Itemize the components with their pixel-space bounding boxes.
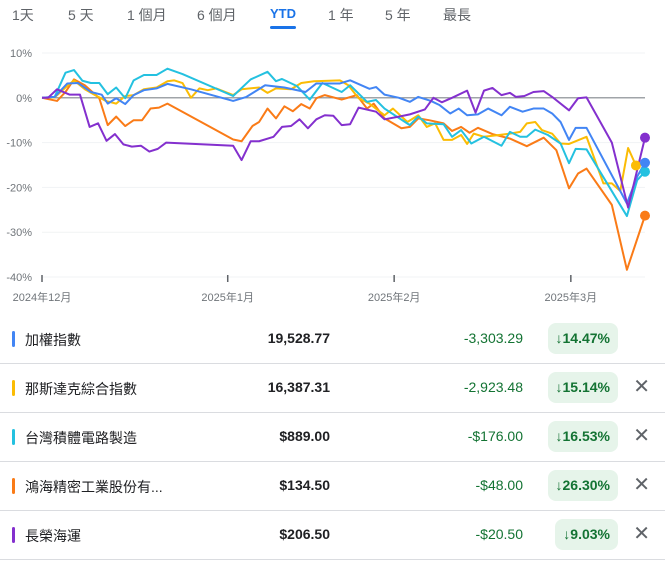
- series-color-marker: [12, 429, 15, 445]
- x-tick-label: 2025年2月: [368, 290, 421, 304]
- price-change: -$48.00: [475, 477, 523, 493]
- percent-change-badge: ↓9.03%: [555, 519, 618, 550]
- table-row[interactable]: 那斯達克綜合指數 16,387.31 -2,923.48 ↓15.14% ✕: [0, 364, 665, 413]
- price: 19,528.77: [267, 330, 330, 346]
- series-line: [41, 78, 646, 271]
- tab-5y[interactable]: 5 年: [385, 5, 411, 25]
- series-end-point: [640, 132, 650, 143]
- time-range-tabs: 1天 5 天 1 個月 6 個月 YTD 1 年 5 年 最長: [0, 0, 665, 30]
- series-color-marker: [12, 380, 15, 396]
- tab-6m[interactable]: 6 個月: [197, 5, 237, 25]
- comparison-line-chart[interactable]: 10% 0% -10% -20% -30% -40% 2024年12月 2025年1月 2025…: [0, 38, 665, 313]
- security-name: 加權指數: [25, 332, 81, 348]
- y-tick-label: 0%: [16, 93, 32, 105]
- security-name: 那斯達克綜合指數: [25, 381, 137, 397]
- series-end-point: [640, 210, 650, 221]
- series-end-point: [640, 157, 650, 168]
- x-tick-label: 2025年1月: [201, 290, 254, 304]
- x-tick-label: 2024年12月: [13, 290, 72, 304]
- tab-max[interactable]: 最長: [443, 5, 471, 25]
- price-change: -$176.00: [467, 428, 523, 444]
- table-row[interactable]: 長榮海運 $206.50 -$20.50 ↓9.03% ✕: [0, 511, 665, 560]
- comparison-table: 加權指數 19,528.77 -3,303.29 ↓14.47% 那斯達克綜合指數 16,…: [0, 315, 665, 560]
- table-row[interactable]: 加權指數 19,528.77 -3,303.29 ↓14.47%: [0, 315, 665, 364]
- tab-1d[interactable]: 1天: [12, 5, 34, 25]
- price: $206.50: [279, 526, 330, 542]
- price-change: -3,303.29: [463, 330, 523, 346]
- tab-1y[interactable]: 1 年: [328, 5, 354, 25]
- close-icon[interactable]: ✕: [633, 426, 650, 446]
- percent-change-badge: ↓14.47%: [547, 323, 618, 354]
- security-name: 長榮海運: [25, 528, 81, 544]
- y-tick-label: -30%: [6, 227, 32, 239]
- security-name: 台灣積體電路製造: [25, 430, 137, 446]
- y-tick-label: 10%: [10, 48, 32, 60]
- series-color-marker: [12, 478, 15, 494]
- y-tick-label: -20%: [6, 182, 32, 194]
- y-tick-label: -10%: [6, 138, 32, 150]
- price: 16,387.31: [267, 379, 330, 395]
- price-change: -$20.50: [475, 526, 523, 542]
- price: $134.50: [279, 477, 330, 493]
- close-icon[interactable]: ✕: [633, 475, 650, 495]
- series-color-marker: [12, 527, 15, 543]
- price-change: -2,923.48: [463, 379, 523, 395]
- table-row[interactable]: 鴻海精密工業股份有... $134.50 -$48.00 ↓26.30% ✕: [0, 462, 665, 511]
- tab-1m[interactable]: 1 個月: [127, 5, 167, 25]
- series-end-point: [630, 160, 641, 171]
- series-end-point: [640, 166, 650, 177]
- series-color-marker: [12, 331, 15, 347]
- x-tick-label: 2025年3月: [545, 290, 598, 304]
- close-icon[interactable]: ✕: [633, 524, 650, 544]
- percent-change-badge: ↓15.14%: [547, 372, 618, 403]
- table-row[interactable]: 台灣積體電路製造 $889.00 -$176.00 ↓16.53% ✕: [0, 413, 665, 462]
- y-tick-label: -40%: [6, 272, 32, 284]
- tab-5d[interactable]: 5 天: [68, 5, 94, 25]
- percent-change-badge: ↓16.53%: [547, 421, 618, 452]
- tab-ytd[interactable]: YTD: [270, 6, 296, 29]
- price: $889.00: [279, 428, 330, 444]
- security-name: 鴻海精密工業股份有...: [25, 479, 163, 495]
- percent-change-badge: ↓26.30%: [547, 470, 618, 501]
- close-icon[interactable]: ✕: [633, 377, 650, 397]
